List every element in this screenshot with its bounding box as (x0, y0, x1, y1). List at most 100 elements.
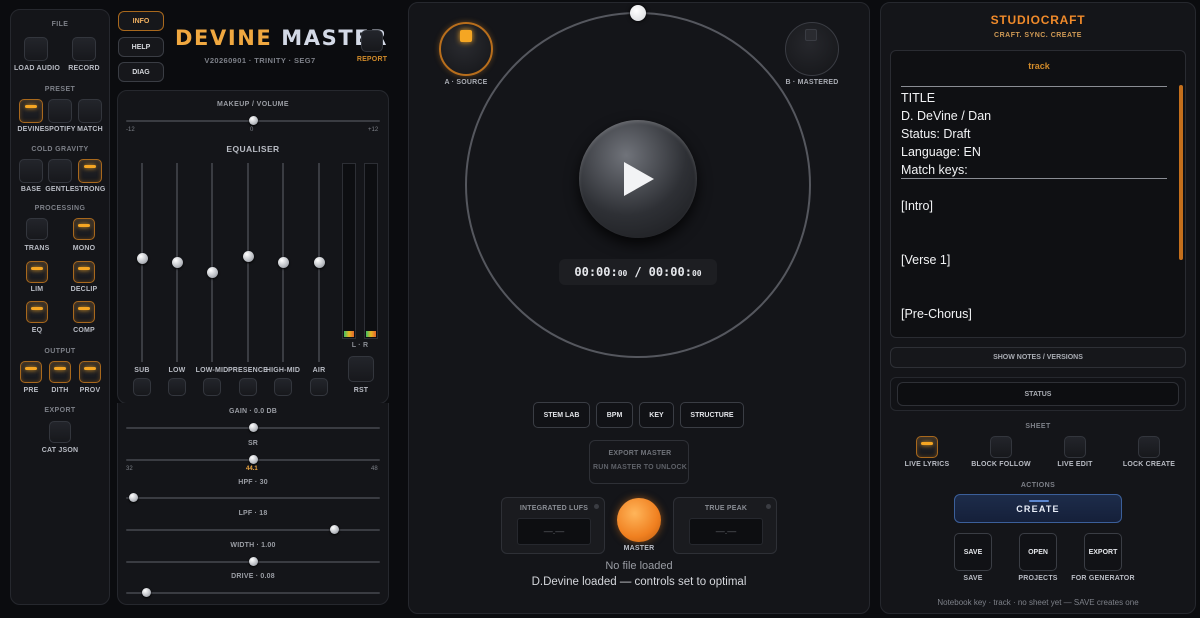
key-button[interactable]: KEY (639, 402, 674, 428)
trans-button[interactable] (26, 218, 48, 240)
open-button[interactable]: OPEN (1019, 533, 1057, 571)
output-section-title: OUTPUT (44, 348, 76, 355)
makeup-max-label: +12 (368, 127, 379, 133)
hpf-slider-track[interactable] (126, 497, 380, 499)
eq-band-toggle[interactable] (168, 378, 186, 396)
create-button[interactable]: CREATE (954, 494, 1122, 523)
no-file-text: No file loaded (605, 560, 673, 572)
eq-band-knob[interactable] (171, 257, 183, 268)
eq-band-knob[interactable] (136, 253, 148, 265)
create-label: CREATE (1016, 503, 1060, 514)
output-prov-label: PROV (79, 387, 101, 394)
drive-slider-track[interactable] (126, 592, 380, 594)
show-notes-button[interactable]: SHOW NOTES / VERSIONS (890, 347, 1186, 368)
eq-band-toggle[interactable] (310, 378, 328, 396)
lpf-slider-knob[interactable] (329, 525, 339, 534)
file-section-title: FILE (51, 21, 69, 28)
lyrics-line: Language: EN (901, 145, 981, 159)
eq-band-toggle[interactable] (274, 378, 292, 396)
lyrics-content[interactable]: TITLE D. DeVine / Dan Status: Draft Lang… (901, 89, 1167, 323)
comp-label: COMP (73, 327, 95, 334)
cold-base-button[interactable] (19, 159, 43, 183)
output-prov-button[interactable] (79, 361, 101, 383)
true-peak-label: TRUE PEAK (704, 505, 748, 512)
output-dith-button[interactable] (49, 361, 71, 383)
eq-toggle-button[interactable] (26, 301, 48, 323)
stem-lab-button[interactable]: STEM LAB (533, 402, 590, 428)
eq-band-track[interactable] (211, 163, 213, 362)
save-button[interactable]: SAVE (954, 533, 992, 571)
lim-button[interactable] (26, 261, 48, 283)
makeup-mid-label: 0 (250, 127, 254, 133)
lyrics-scrollbar[interactable] (1179, 85, 1183, 260)
lpf-slider-track[interactable] (126, 529, 380, 531)
bpm-button[interactable]: BPM (596, 402, 633, 428)
eq-band-track[interactable] (247, 163, 249, 362)
eq-band-knob[interactable] (313, 257, 325, 268)
track-label: track (1028, 61, 1050, 71)
diag-button[interactable]: DIAG (118, 62, 164, 82)
comp-button[interactable] (73, 301, 95, 323)
time-display: 00:00: 00 / 00:00: 00 (559, 259, 717, 285)
lyrics-line: TITLE (901, 91, 936, 105)
export-master-box[interactable]: EXPORT MASTER RUN MASTER TO UNLOCK (589, 440, 689, 484)
sr-slider-knob[interactable] (248, 455, 258, 464)
declip-label: DECLIP (70, 286, 98, 293)
a-source-button[interactable] (439, 22, 493, 76)
mono-label: MONO (72, 245, 96, 252)
help-button[interactable]: HELP (118, 37, 164, 57)
drive-slider-knob[interactable] (141, 588, 151, 597)
width-slider-knob[interactable] (248, 557, 258, 566)
record-button[interactable] (72, 37, 96, 61)
cat-json-button[interactable] (49, 421, 71, 443)
cold-strong-button[interactable] (78, 159, 102, 183)
eq-band-toggle[interactable] (203, 378, 221, 396)
lyrics-box[interactable]: track TITLE D. DeVine / Dan Status: Draf… (890, 50, 1186, 338)
eq-band-knob[interactable] (206, 266, 218, 278)
peak-indicator-dot (766, 504, 771, 509)
makeup-slider-knob[interactable] (248, 116, 258, 125)
eq-band-knob[interactable] (277, 257, 289, 268)
report-label: REPORT (356, 56, 388, 63)
rst-button[interactable] (348, 356, 374, 382)
eq-band-knob[interactable] (242, 251, 254, 263)
block-follow-toggle[interactable] (990, 436, 1012, 458)
a-source-indicator (460, 30, 472, 42)
export-section-title: EXPORT (44, 407, 76, 414)
preset-devine-button[interactable] (19, 99, 43, 123)
time-current: 00:00: (574, 265, 618, 279)
trans-label: TRANS (24, 245, 50, 252)
progress-ring-handle[interactable] (630, 5, 646, 21)
sheet-section-title: SHEET (1025, 423, 1051, 430)
gain-slider-knob[interactable] (248, 423, 258, 432)
output-pre-button[interactable] (20, 361, 42, 383)
eq-band-toggle[interactable] (239, 378, 257, 396)
eq-band-toggle[interactable] (133, 378, 151, 396)
live-edit-toggle[interactable] (1064, 436, 1086, 458)
cold-gentle-button[interactable] (48, 159, 72, 183)
declip-button[interactable] (73, 261, 95, 283)
integrated-lufs-label: INTEGRATED LUFS (519, 505, 589, 512)
mono-button[interactable] (73, 218, 95, 240)
structure-button[interactable]: STRUCTURE (680, 402, 744, 428)
time-separator: / (634, 265, 642, 279)
sr-value-label: 44.1 (246, 466, 258, 472)
lock-create-toggle[interactable] (1138, 436, 1160, 458)
lyrics-line: Status: Draft (901, 127, 971, 141)
live-lyrics-toggle[interactable] (916, 436, 938, 458)
report-button[interactable] (361, 30, 383, 52)
brand-title: STUDIOCRAFT (990, 13, 1086, 27)
master-button[interactable] (617, 498, 661, 542)
version-label: V20260901 · TRINITY · SEG7 (204, 56, 316, 65)
preset-match-button[interactable] (78, 99, 102, 123)
info-button[interactable]: INFO (118, 11, 164, 31)
export-button[interactable]: EXPORT (1084, 533, 1122, 571)
load-audio-button[interactable] (24, 37, 48, 61)
processing-section-title: PROCESSING (34, 205, 86, 212)
status-button[interactable]: STATUS (897, 382, 1179, 406)
b-mastered-button[interactable] (785, 22, 839, 76)
lyrics-line (901, 287, 1167, 305)
play-button[interactable] (579, 120, 697, 238)
preset-spotify-button[interactable] (48, 99, 72, 123)
lyrics-line: [Pre-Chorus] (901, 307, 972, 321)
